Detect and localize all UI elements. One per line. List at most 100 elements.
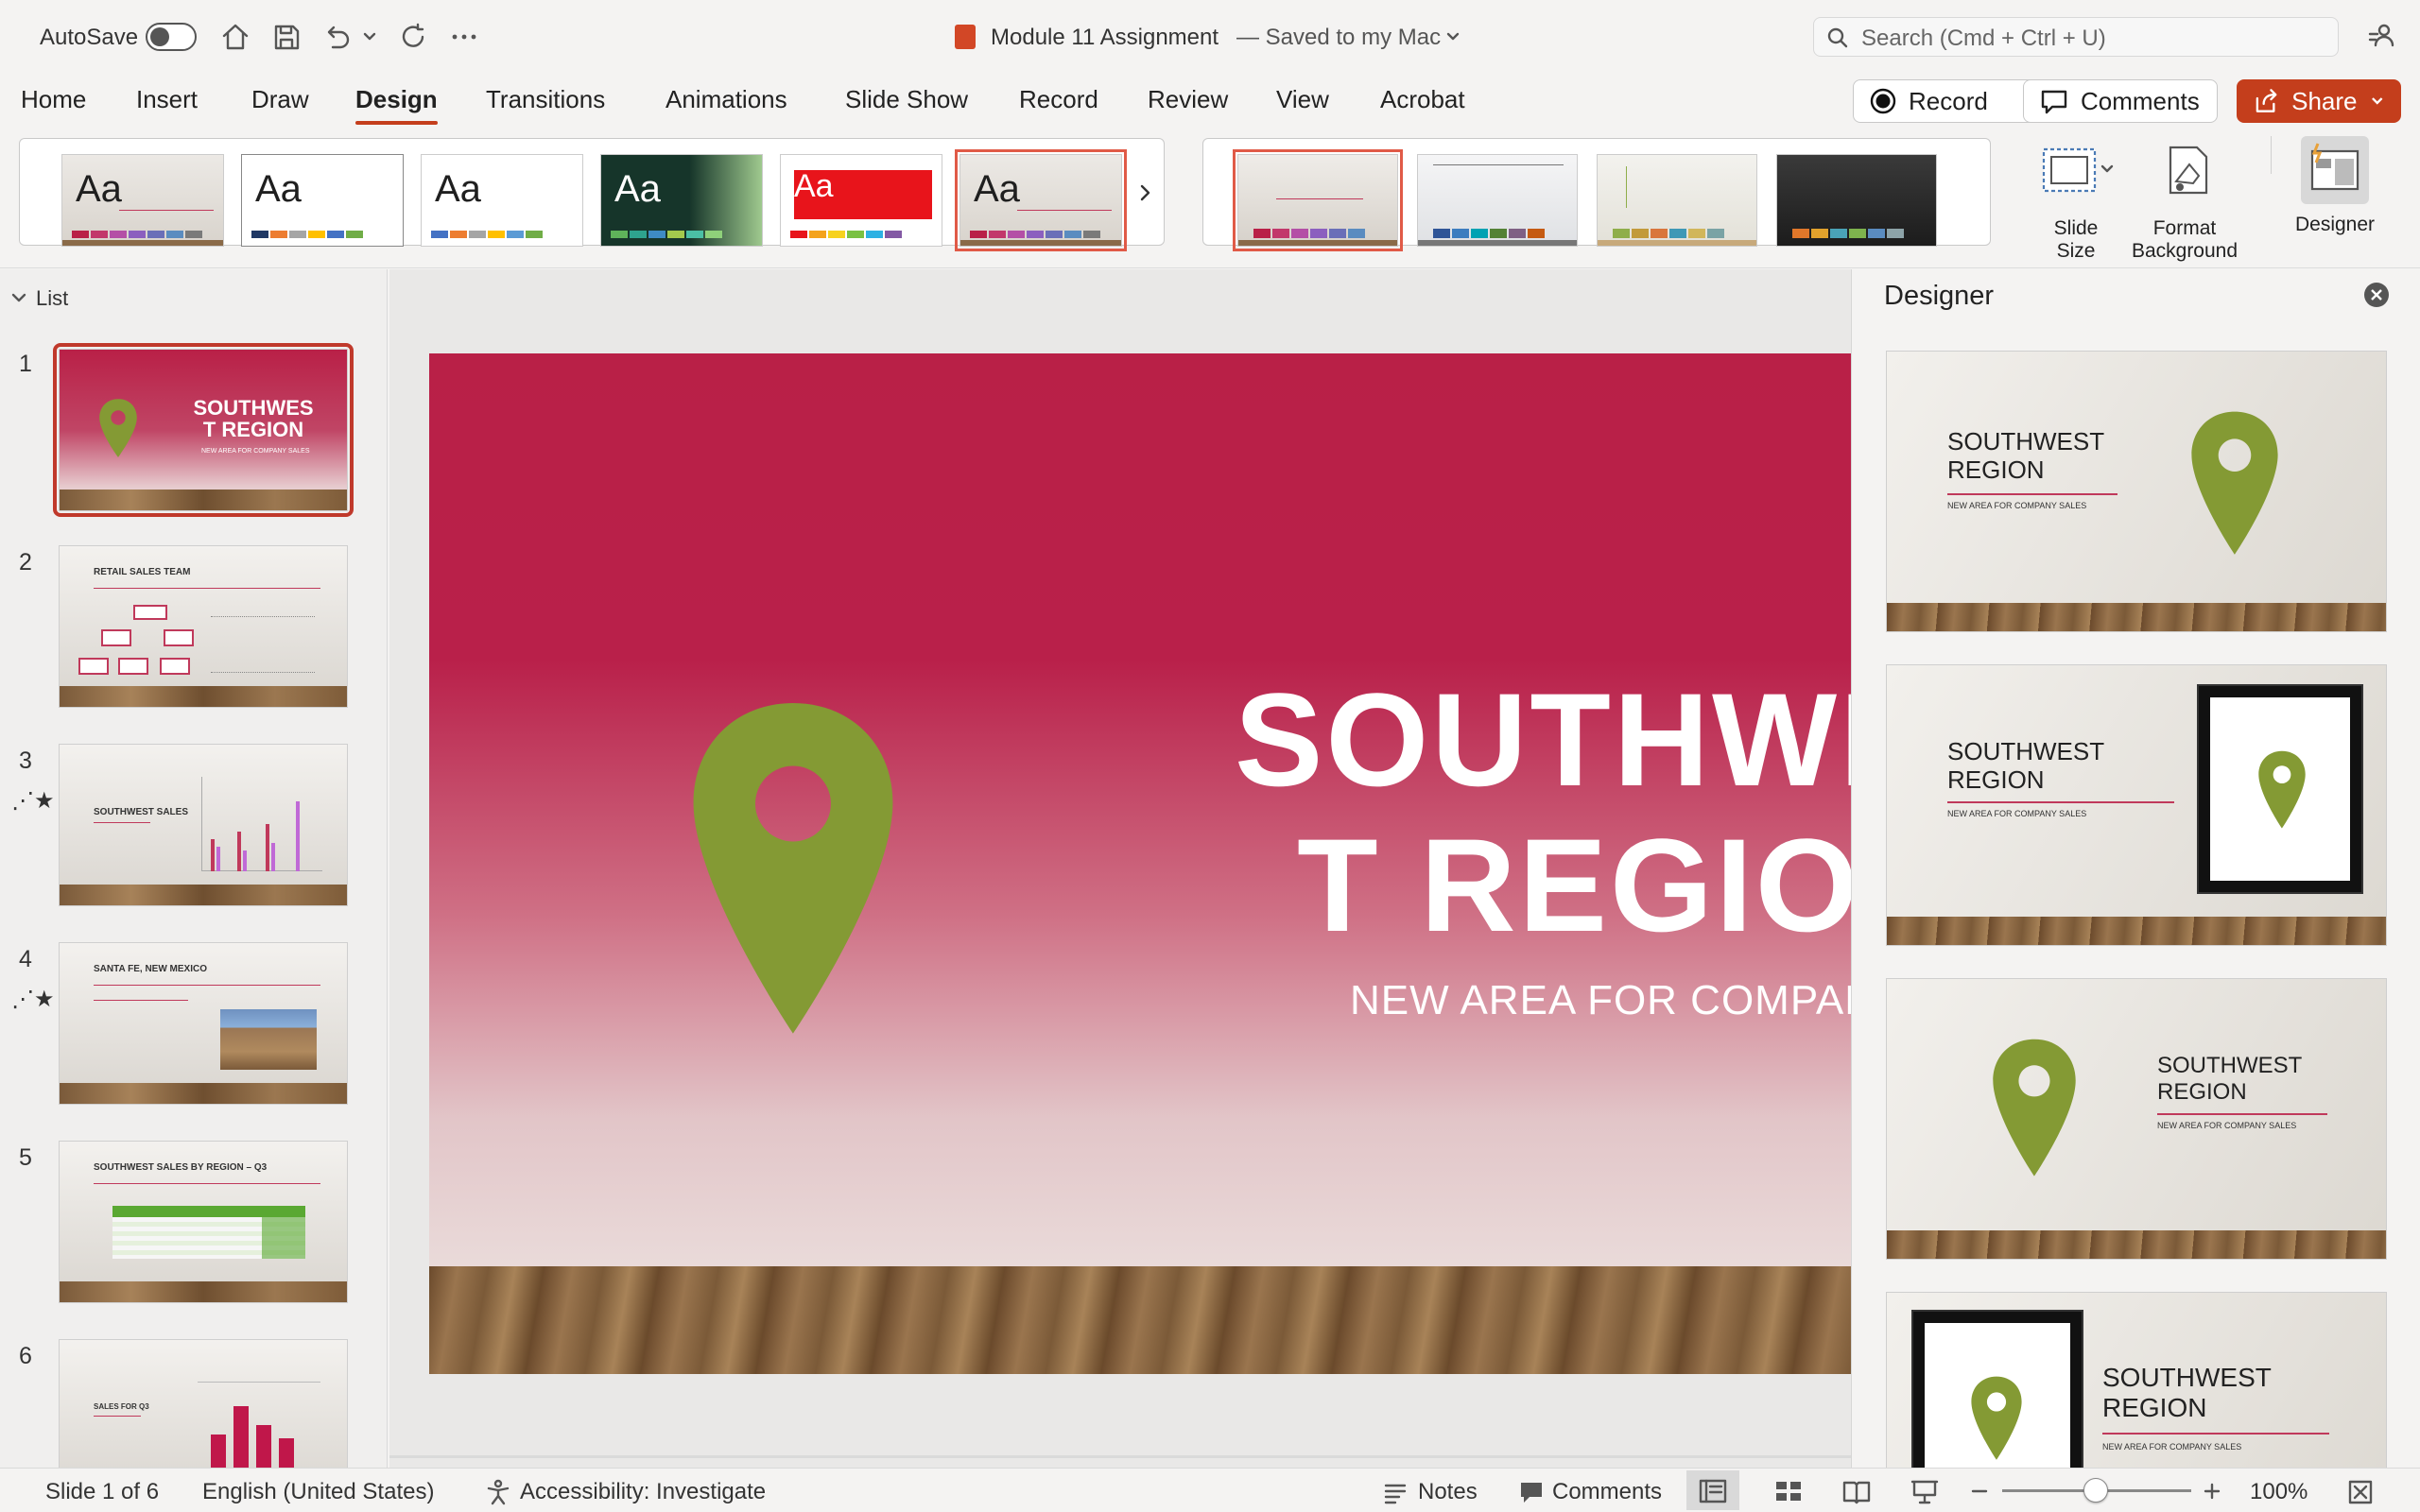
tab-acrobat[interactable]: Acrobat xyxy=(1380,85,1465,114)
list-header[interactable]: List xyxy=(36,286,68,311)
undo-icon[interactable] xyxy=(321,21,354,53)
tab-review[interactable]: Review xyxy=(1148,85,1228,114)
wood-floor xyxy=(60,885,347,905)
current-slide[interactable]: SOUTHWES T REGION NEW AREA FOR COMPANY S… xyxy=(429,353,1851,1374)
variant-3[interactable] xyxy=(1597,154,1757,247)
slide-thumb-3[interactable]: SOUTHWEST SALES xyxy=(59,744,348,906)
horizontal-scrollbar[interactable] xyxy=(389,1455,1851,1458)
tab-home[interactable]: Home xyxy=(21,85,86,114)
zoom-level[interactable]: 100% xyxy=(2250,1479,2308,1505)
design-ribbon: Aa Aa Aa Aa Aa Aa Slide Size Format Back… xyxy=(0,130,2420,268)
slide-title[interactable]: SOUTHWES T REGION xyxy=(1235,667,1851,958)
language-status[interactable]: English (United States) xyxy=(202,1479,434,1505)
close-icon[interactable] xyxy=(2362,281,2391,309)
design-idea-2[interactable]: SOUTHWEST REGION NEW AREA FOR COMPANY SAL… xyxy=(1886,664,2387,946)
save-status[interactable]: — Saved to my Mac xyxy=(1236,25,1441,51)
theme-3[interactable]: Aa xyxy=(421,154,583,247)
designer-label: Designer xyxy=(2294,214,2376,235)
slide-subtitle[interactable]: NEW AREA FOR COMPANY SALES xyxy=(1350,977,1851,1024)
chevron-down-icon[interactable] xyxy=(2099,161,2116,178)
notes-icon[interactable] xyxy=(1382,1480,1409,1504)
slide-thumb-1-subtitle: NEW AREA FOR COMPANY SALES xyxy=(201,448,310,455)
slide-thumb-6[interactable]: SALES FOR Q3 xyxy=(59,1339,348,1468)
fit-to-window-icon[interactable] xyxy=(2346,1478,2375,1506)
slide-thumb-2-title: RETAIL SALES TEAM xyxy=(94,567,191,577)
card-subtitle: NEW AREA FOR COMPANY SALES xyxy=(2102,1442,2242,1452)
zoom-in-icon[interactable] xyxy=(2203,1482,2221,1501)
slide-thumb-5[interactable]: SOUTHWEST SALES BY REGION – Q3 xyxy=(59,1141,348,1303)
slide-counter[interactable]: Slide 1 of 6 xyxy=(45,1479,159,1505)
share-label: Share xyxy=(2291,86,2358,115)
share-button[interactable]: Share xyxy=(2237,79,2401,123)
theme-5[interactable]: Aa xyxy=(780,154,942,247)
tab-insert[interactable]: Insert xyxy=(136,85,198,114)
tab-animations[interactable]: Animations xyxy=(666,85,787,114)
slide-number: 3 xyxy=(19,747,32,774)
theme-2[interactable]: Aa xyxy=(241,154,404,247)
tab-slide-show[interactable]: Slide Show xyxy=(845,85,968,114)
wood-floor xyxy=(1887,917,2386,945)
slide-thumb-2[interactable]: RETAIL SALES TEAM xyxy=(59,545,348,708)
variants-gallery xyxy=(1202,138,1991,251)
save-icon[interactable] xyxy=(270,21,302,53)
comments-status-button[interactable]: Comments xyxy=(1552,1479,1662,1505)
slide-thumb-1-title: SOUTHWES T REGION xyxy=(193,396,314,441)
chevron-right-icon[interactable] xyxy=(1135,180,1156,205)
document-title[interactable]: Module 11 Assignment xyxy=(991,25,1219,51)
theme-4[interactable]: Aa xyxy=(600,154,763,247)
status-bar: Slide 1 of 6 English (United States) Acc… xyxy=(0,1468,2420,1512)
card-title: SOUTHWEST REGION xyxy=(1947,427,2105,484)
tab-transitions[interactable]: Transitions xyxy=(486,85,605,114)
animation-star-icon: ⋰★ xyxy=(11,987,55,1012)
design-idea-4[interactable]: SOUTHWEST REGION NEW AREA FOR COMPANY SAL… xyxy=(1886,1292,2387,1468)
variant-2[interactable] xyxy=(1417,154,1578,247)
chevron-down-icon[interactable] xyxy=(2369,93,2385,110)
slide-thumb-4[interactable]: SANTA FE, NEW MEXICO xyxy=(59,942,348,1105)
autosave-toggle[interactable] xyxy=(146,23,197,51)
more-icon[interactable] xyxy=(448,21,480,53)
design-idea-1[interactable]: SOUTHWEST REGION NEW AREA FOR COMPANY SAL… xyxy=(1886,351,2387,632)
design-idea-3[interactable]: SOUTHWEST REGION NEW AREA FOR COMPANY SAL… xyxy=(1886,978,2387,1260)
comments-button[interactable]: Comments xyxy=(2023,79,2218,123)
undo-dropdown-icon[interactable] xyxy=(361,28,378,45)
theme-1[interactable]: Aa xyxy=(61,154,224,247)
themes-gallery: Aa Aa Aa Aa Aa Aa xyxy=(19,138,1165,251)
home-icon[interactable] xyxy=(219,21,251,53)
theme-5-label: Aa xyxy=(794,168,834,204)
map-pin-icon[interactable] xyxy=(688,696,898,1036)
chevron-down-icon[interactable] xyxy=(1444,28,1461,45)
record-button[interactable]: Record xyxy=(1853,79,2042,123)
search-input[interactable]: Search (Cmd + Ctrl + U) xyxy=(1813,17,2339,57)
variant-1-selected[interactable] xyxy=(1233,149,1403,251)
comment-icon[interactable] xyxy=(1518,1480,1545,1504)
wood-floor xyxy=(60,686,347,707)
record-icon xyxy=(1870,88,1896,114)
search-icon xyxy=(1827,27,1848,48)
reading-view-icon[interactable] xyxy=(1841,1478,1872,1504)
zoom-out-icon[interactable] xyxy=(1970,1482,1989,1501)
accessibility-status[interactable]: Accessibility: Investigate xyxy=(520,1479,766,1505)
redo-icon[interactable] xyxy=(397,21,429,53)
notes-button[interactable]: Notes xyxy=(1418,1479,1478,1505)
zoom-slider-thumb[interactable] xyxy=(2083,1478,2108,1503)
slide-thumb-1[interactable]: SOUTHWES T REGION NEW AREA FOR COMPANY SA… xyxy=(59,349,348,511)
variant-4[interactable] xyxy=(1776,154,1937,247)
tab-design[interactable]: Design xyxy=(355,85,438,125)
slide-show-icon[interactable] xyxy=(1910,1478,1940,1504)
slide-sorter-icon[interactable] xyxy=(1773,1478,1804,1504)
tab-view[interactable]: View xyxy=(1276,85,1329,114)
tab-draw[interactable]: Draw xyxy=(251,85,309,114)
map-pin-icon xyxy=(1993,1039,2076,1177)
accessibility-icon[interactable] xyxy=(484,1478,512,1506)
format-background-button[interactable]: Format Background xyxy=(2123,140,2246,272)
account-icon[interactable] xyxy=(2365,21,2397,53)
tab-record[interactable]: Record xyxy=(1019,85,1098,114)
slide-size-button[interactable]: Slide Size xyxy=(2031,140,2135,272)
chevron-down-icon[interactable] xyxy=(9,288,28,307)
designer-icon xyxy=(2310,143,2360,191)
card-subtitle: NEW AREA FOR COMPANY SALES xyxy=(1947,809,2087,818)
theme-2-label: Aa xyxy=(255,168,302,210)
theme-6-selected[interactable]: Aa xyxy=(955,149,1127,251)
normal-view-icon[interactable] xyxy=(1698,1478,1728,1504)
designer-button[interactable]: Designer xyxy=(2288,132,2382,265)
